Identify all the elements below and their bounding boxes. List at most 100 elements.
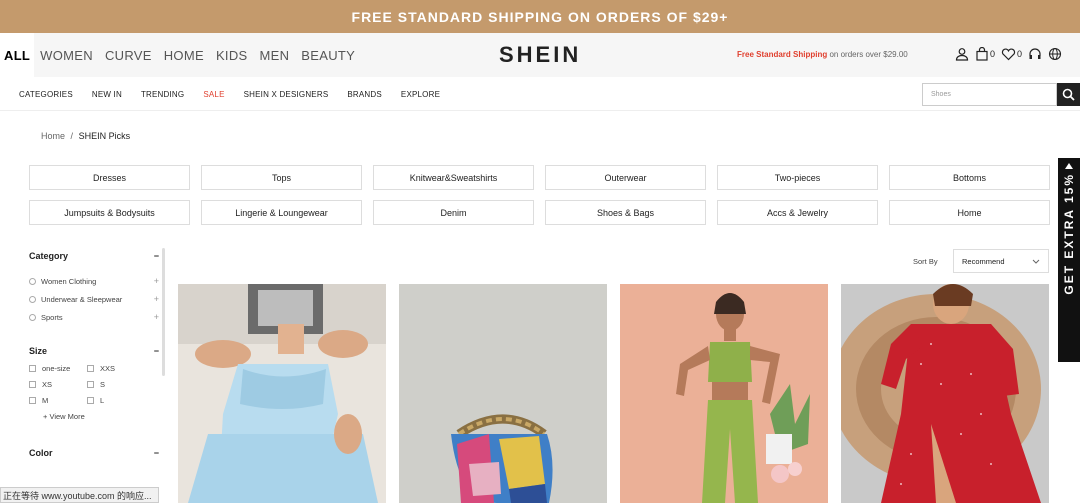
size-option[interactable]: XS [29,380,87,389]
category-button-jumpsuits[interactable]: Jumpsuits & Bodysuits [29,200,190,225]
breadcrumb-separator: / [70,131,74,141]
category-button-accs-jewelry[interactable]: Accs & Jewelry [717,200,878,225]
cart-count: 0 [990,49,996,59]
channel-men[interactable]: MEN [253,48,295,63]
category-button-home[interactable]: Home [889,200,1050,225]
radio-icon [29,313,36,321]
channel-curve[interactable]: CURVE [99,48,158,63]
category-button-outerwear[interactable]: Outerwear [545,165,706,190]
product-card[interactable] [178,284,386,503]
sort-label: Sort By [913,257,938,266]
size-label: one-size [42,364,71,373]
filter-size-title: Size [29,346,48,356]
size-option[interactable]: XXS [87,364,145,373]
breadcrumb-home[interactable]: Home [41,131,65,141]
search-button[interactable] [1057,83,1080,106]
checkbox-icon [29,365,36,372]
expand-icon[interactable]: + [154,294,159,304]
filter-category-label: Sports [41,312,63,322]
filter-color-title: Color [29,448,53,458]
nav-explore[interactable]: EXPLORE [401,90,440,99]
channel-home[interactable]: HOME [158,48,210,63]
size-option[interactable]: one-size [29,364,87,373]
shein-logo[interactable]: SHEIN [499,42,581,68]
shipping-note: Free Standard Shipping on orders over $2… [737,50,908,59]
channel-women[interactable]: WOMEN [34,48,99,63]
breadcrumb-current: SHEIN Picks [78,131,131,141]
nav-shein-x-designers[interactable]: SHEIN X DESIGNERS [244,90,329,99]
category-buttons: Dresses Tops Knitwear&Sweatshirts Outerw… [29,165,1050,225]
radio-icon [29,295,36,303]
product-card[interactable] [841,284,1049,503]
wishlist-icon[interactable]: 0 [1001,47,1022,61]
filter-category-label: Underwear & Sleepwear [41,294,123,304]
nav-categories[interactable]: CATEGORIES [19,90,73,99]
product-image[interactable] [178,284,386,503]
shipping-note-highlight: Free Standard Shipping [737,50,828,59]
category-button-tops[interactable]: Tops [201,165,362,190]
product-card[interactable] [399,284,607,503]
size-option[interactable]: M [29,396,87,405]
search-icon [1062,88,1075,101]
checkbox-icon [29,381,36,388]
filter-category-item[interactable]: Women Clothing + [29,272,159,290]
size-option[interactable]: L [87,396,145,405]
size-label: S [100,380,106,389]
channel-beauty[interactable]: BEAUTY [295,48,361,63]
size-label: XXS [100,364,116,373]
product-image[interactable] [399,284,607,503]
sidebar-scrollbar[interactable] [162,248,165,376]
channel-kids[interactable]: KIDS [210,48,254,63]
get-extra-tab[interactable]: GET EXTRA 15% [1058,158,1080,362]
sort-select[interactable]: Recommend [953,249,1049,273]
expand-icon[interactable]: + [154,312,159,322]
filter-size-header[interactable]: Size − [29,343,159,359]
chevron-down-icon [1032,259,1040,264]
filter-color-header[interactable]: Color − [29,445,159,461]
category-button-shoes-bags[interactable]: Shoes & Bags [545,200,706,225]
cart-icon[interactable]: 0 [975,47,995,61]
nav-sale[interactable]: SALE [203,90,224,99]
triangle-up-icon [1065,163,1073,169]
filter-sidebar: Category − Women Clothing + Underwear & … [29,248,159,461]
product-image[interactable] [620,284,828,503]
category-button-two-pieces[interactable]: Two-pieces [717,165,878,190]
product-image[interactable] [841,284,1049,503]
search-input[interactable]: Shoes [922,83,1057,106]
breadcrumb: Home / SHEIN Picks [41,131,130,141]
category-button-bottoms[interactable]: Bottoms [889,165,1050,190]
nav-new-in[interactable]: NEW IN [92,90,122,99]
sort-value: Recommend [962,256,1005,266]
status-text: 正在等待 www.youtube.com 的响应... [3,490,152,501]
size-label: L [100,396,105,405]
size-label: XS [42,380,53,389]
filter-category-header[interactable]: Category − [29,248,159,264]
promo-banner[interactable]: FREE STANDARD SHIPPING ON ORDERS OF $29+ [0,0,1080,33]
promo-text: FREE STANDARD SHIPPING ON ORDERS OF $29+ [351,8,729,25]
wishlist-count: 0 [1017,49,1023,59]
category-button-denim[interactable]: Denim [373,200,534,225]
category-button-knitwear[interactable]: Knitwear&Sweatshirts [373,165,534,190]
header-icons: 0 0 [955,47,1062,61]
category-button-dresses[interactable]: Dresses [29,165,190,190]
expand-icon[interactable]: + [154,276,159,286]
checkbox-icon [87,381,94,388]
account-icon[interactable] [955,47,969,61]
nav-brands[interactable]: BRANDS [347,90,382,99]
collapse-icon: − [153,251,159,261]
get-extra-text: GET EXTRA 15% [1062,173,1076,295]
channel-tabs: ALL WOMEN CURVE HOME KIDS MEN BEAUTY [0,33,361,77]
headset-icon[interactable] [1028,47,1042,61]
product-card[interactable] [620,284,828,503]
globe-icon[interactable] [1048,47,1062,61]
size-option[interactable]: S [87,380,145,389]
nav-trending[interactable]: TRENDING [141,90,184,99]
size-label: M [42,396,49,405]
filter-category-item[interactable]: Underwear & Sleepwear + [29,290,159,308]
view-more-link[interactable]: + View More [43,412,159,421]
filter-category-title: Category [29,251,69,261]
category-button-lingerie[interactable]: Lingerie & Loungewear [201,200,362,225]
filter-category-item[interactable]: Sports + [29,308,159,326]
channel-all[interactable]: ALL [0,33,35,77]
shipping-note-rest: on orders over $29.00 [827,50,908,59]
